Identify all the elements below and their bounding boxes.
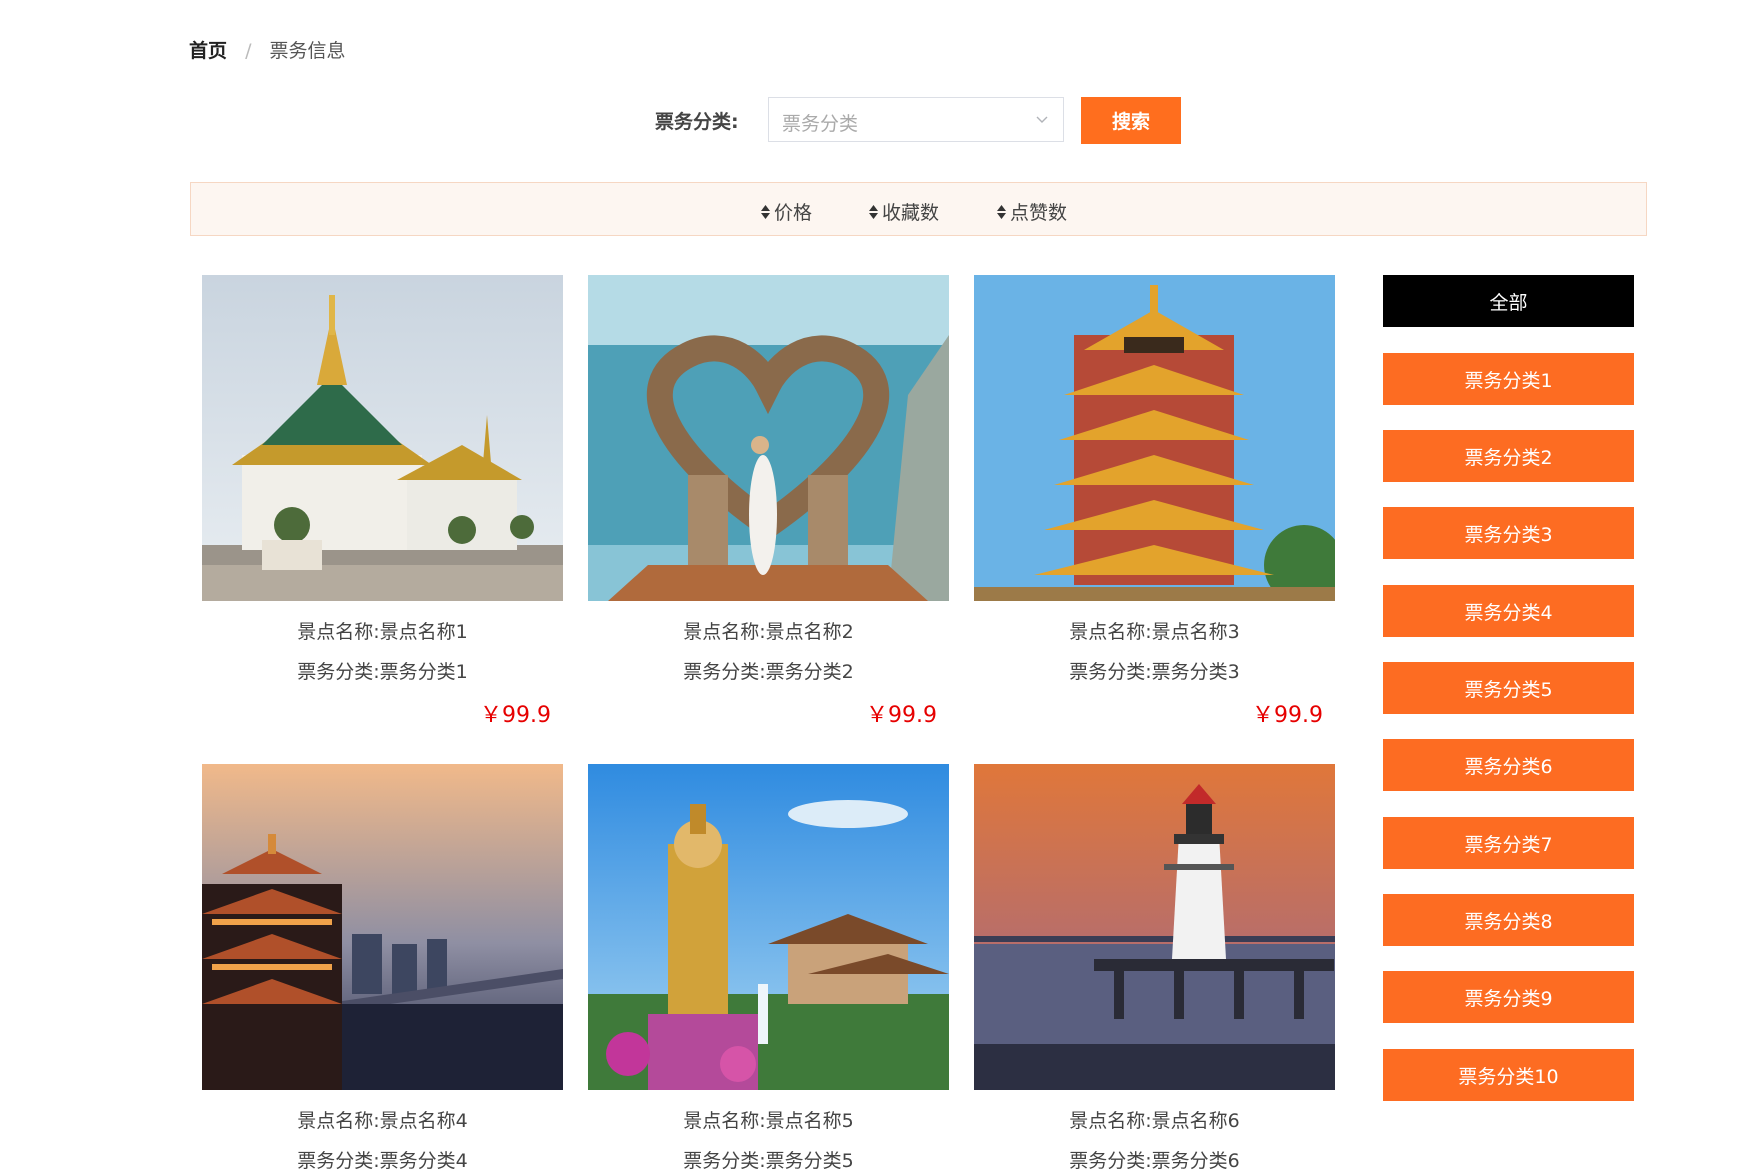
item-category: 票务分类:票务分类1 (297, 661, 468, 683)
item-image[interactable] (974, 764, 1335, 1090)
category-select-placeholder: 票务分类 (782, 113, 859, 135)
search-label: 票务分类: (655, 111, 739, 133)
item-name: 景点名称:景点名称5 (683, 1110, 854, 1132)
sidebar-item-category-9[interactable]: 票务分类9 (1383, 971, 1634, 1023)
breadcrumb-current: 票务信息 (269, 40, 346, 62)
sort-by-favorites[interactable]: 收藏数 (869, 198, 939, 225)
breadcrumb: 首页 / 票务信息 (189, 36, 346, 63)
list-item[interactable]: 景点名称:景点名称4 票务分类:票务分类4 (202, 764, 563, 1172)
sort-icon (869, 204, 878, 219)
item-image[interactable] (202, 764, 563, 1090)
list-item[interactable]: 景点名称:景点名称1 票务分类:票务分类1 ￥99.9 (202, 275, 563, 728)
sidebar-item-category-8[interactable]: 票务分类8 (1383, 894, 1634, 946)
sort-label: 价格 (774, 202, 813, 224)
sidebar-item-category-4[interactable]: 票务分类4 (1383, 585, 1634, 637)
list-item[interactable]: 景点名称:景点名称5 票务分类:票务分类5 (588, 764, 949, 1172)
item-name: 景点名称:景点名称1 (297, 621, 468, 643)
breadcrumb-home[interactable]: 首页 (189, 40, 227, 62)
item-name: 景点名称:景点名称4 (297, 1110, 468, 1132)
list-item[interactable]: 景点名称:景点名称6 票务分类:票务分类6 (974, 764, 1335, 1172)
sidebar-item-category-10[interactable]: 票务分类10 (1383, 1049, 1634, 1101)
sidebar-item-category-6[interactable]: 票务分类6 (1383, 739, 1634, 791)
sort-by-likes[interactable]: 点赞数 (997, 198, 1067, 225)
item-name: 景点名称:景点名称6 (1069, 1110, 1240, 1132)
category-select[interactable]: 票务分类 (768, 97, 1064, 142)
item-name: 景点名称:景点名称3 (1069, 621, 1240, 643)
sidebar-item-category-1[interactable]: 票务分类1 (1383, 353, 1634, 405)
sidebar-item-category-7[interactable]: 票务分类7 (1383, 817, 1634, 869)
sort-by-price[interactable]: 价格 (761, 198, 812, 225)
item-image[interactable] (588, 275, 949, 601)
sidebar-item-category-3[interactable]: 票务分类3 (1383, 507, 1634, 559)
item-price: ￥99.9 (1252, 703, 1323, 728)
search-bar: 票务分类: 票务分类 搜索 (0, 97, 1762, 144)
sort-bar: 价格 收藏数 点赞数 (190, 182, 1647, 236)
list-item[interactable]: 景点名称:景点名称3 票务分类:票务分类3 ￥99.9 (974, 275, 1335, 728)
item-image[interactable] (974, 275, 1335, 601)
sidebar-item-category-2[interactable]: 票务分类2 (1383, 430, 1634, 482)
item-price: ￥99.9 (866, 703, 937, 728)
item-category: 票务分类:票务分类2 (683, 661, 854, 683)
item-name: 景点名称:景点名称2 (683, 621, 854, 643)
search-button[interactable]: 搜索 (1081, 97, 1181, 144)
item-price: ￥99.9 (480, 703, 551, 728)
sort-icon (997, 204, 1006, 219)
chevron-down-icon (1036, 116, 1048, 123)
sidebar-item-category-5[interactable]: 票务分类5 (1383, 662, 1634, 714)
sort-label: 收藏数 (882, 202, 940, 224)
sidebar-item-all[interactable]: 全部 (1383, 275, 1634, 327)
item-image[interactable] (202, 275, 563, 601)
list-item[interactable]: 景点名称:景点名称2 票务分类:票务分类2 ￥99.9 (588, 275, 949, 728)
item-image[interactable] (588, 764, 949, 1090)
item-category: 票务分类:票务分类3 (1069, 661, 1240, 683)
breadcrumb-separator: / (245, 40, 252, 62)
sort-icon (761, 204, 770, 219)
sort-label: 点赞数 (1010, 202, 1068, 224)
